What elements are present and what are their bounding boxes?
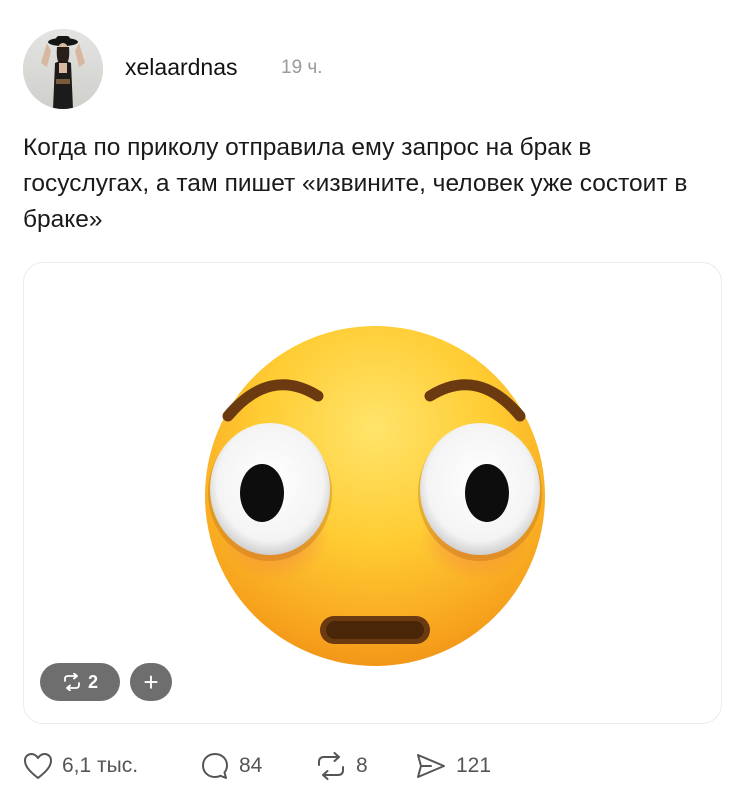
- repost-icon: [318, 752, 344, 780]
- like-count: 6,1 тыс.: [62, 754, 139, 777]
- post-text: Когда по приколу отправила ему запрос на…: [23, 134, 688, 233]
- avatar[interactable]: [23, 29, 103, 109]
- add-button[interactable]: +: [130, 663, 172, 701]
- send-icon: [417, 754, 445, 778]
- comment-button[interactable]: 84: [200, 748, 262, 784]
- share-count: 121: [456, 754, 492, 777]
- repost-button[interactable]: 8: [315, 748, 368, 784]
- post-time: 19 ч.: [281, 57, 323, 78]
- post-card: xelaardnas 19 ч. Когда по приколу отправ…: [0, 0, 744, 800]
- comment-count: 84: [239, 754, 263, 777]
- share-button[interactable]: 121: [415, 748, 491, 784]
- comment-icon: [202, 753, 228, 779]
- repost-icon: [64, 673, 80, 691]
- heart-icon: [24, 753, 52, 779]
- action-bar: 6,1 тыс. 84 8 121: [23, 748, 723, 784]
- like-button[interactable]: 6,1 тыс.: [23, 748, 138, 784]
- avatar-image: [23, 29, 103, 109]
- repost-chip-count: 2: [87, 671, 98, 692]
- repost-count: 8: [356, 754, 368, 777]
- author-name[interactable]: xelaardnas: [125, 54, 238, 81]
- repost-chip[interactable]: 2: [40, 663, 120, 701]
- flushed-face-icon: [205, 326, 545, 666]
- media-card[interactable]: 2 +: [23, 262, 722, 724]
